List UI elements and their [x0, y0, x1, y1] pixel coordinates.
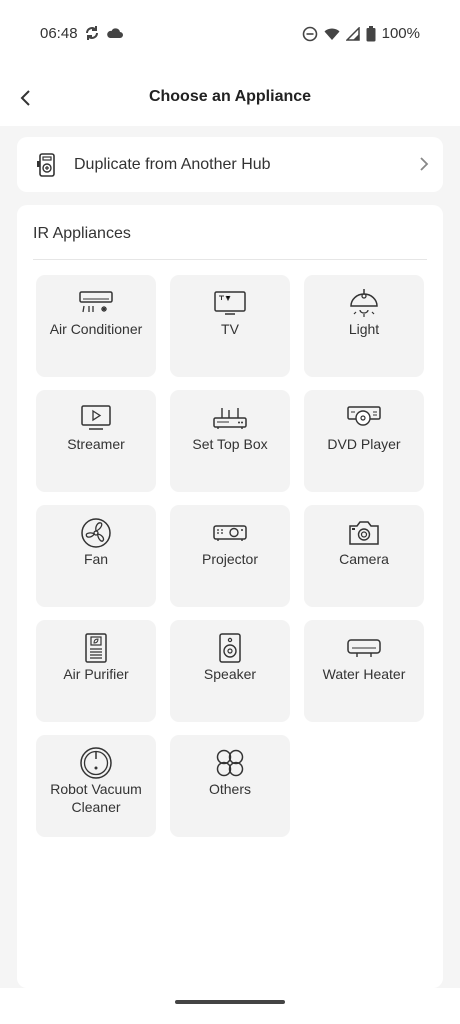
tile-dvd-player[interactable]: DVD Player — [304, 390, 424, 492]
tile-label: Light — [348, 321, 380, 337]
tile-robot-vacuum-cleaner[interactable]: Robot Vacuum Cleaner — [36, 735, 156, 837]
tv-icon — [212, 288, 248, 318]
sync-icon — [84, 24, 100, 42]
tile-water-heater[interactable]: Water Heater — [304, 620, 424, 722]
robot-vacuum-icon — [78, 747, 114, 779]
tile-label: Others — [208, 781, 251, 797]
chevron-right-icon — [419, 156, 429, 172]
dnd-icon — [302, 26, 318, 42]
home-indicator[interactable] — [175, 1000, 285, 1004]
hub-icon — [36, 152, 58, 178]
ir-appliances-card: IR Appliances Air Conditioner TV Light S… — [17, 205, 443, 988]
tile-speaker[interactable]: Speaker — [170, 620, 290, 722]
tile-camera[interactable]: Camera — [304, 505, 424, 607]
tile-air-conditioner[interactable]: Air Conditioner — [36, 275, 156, 377]
fan-icon — [78, 518, 114, 548]
wifi-icon — [324, 27, 340, 41]
status-bar: 06:48 100% — [0, 0, 460, 70]
tile-set-top-box[interactable]: Set Top Box — [170, 390, 290, 492]
tile-label: Camera — [339, 551, 389, 567]
dvd-player-icon — [346, 403, 382, 433]
tile-label: Projector — [201, 551, 259, 567]
tile-projector[interactable]: Projector — [170, 505, 290, 607]
air-conditioner-icon — [78, 288, 114, 318]
tile-streamer[interactable]: Streamer — [36, 390, 156, 492]
cloud-icon — [106, 24, 124, 42]
signal-icon — [345, 26, 360, 41]
header: Choose an Appliance — [0, 70, 460, 126]
tile-label: Air Conditioner — [49, 321, 143, 337]
battery-icon — [366, 25, 376, 42]
tile-label: DVD Player — [327, 436, 401, 452]
tile-label: Water Heater — [322, 666, 406, 682]
battery-percent: 100% — [381, 25, 420, 42]
set-top-box-icon — [212, 403, 248, 433]
ir-appliances-title: IR Appliances — [33, 225, 131, 242]
tile-air-purifier[interactable]: Air Purifier — [36, 620, 156, 722]
water-heater-icon — [346, 633, 382, 663]
tile-label: TV — [221, 321, 239, 337]
camera-icon — [346, 518, 382, 548]
tile-fan[interactable]: Fan — [36, 505, 156, 607]
tile-others[interactable]: Others — [170, 735, 290, 837]
tile-label: Streamer — [67, 436, 125, 452]
air-purifier-icon — [78, 633, 114, 663]
appliance-grid: Air Conditioner TV Light Streamer Set To — [36, 275, 424, 837]
status-time: 06:48 — [40, 25, 78, 42]
duplicate-from-hub-row[interactable]: Duplicate from Another Hub — [17, 137, 443, 192]
duplicate-label: Duplicate from Another Hub — [74, 156, 271, 173]
projector-icon — [212, 518, 248, 548]
tile-label: Speaker — [203, 666, 257, 682]
tile-tv[interactable]: TV — [170, 275, 290, 377]
others-icon — [212, 748, 248, 778]
speaker-icon — [212, 633, 248, 663]
tile-label: Set Top Box — [192, 436, 268, 452]
page-title: Choose an Appliance — [148, 88, 312, 105]
tile-label: Robot Vacuum Cleaner — [50, 781, 142, 815]
tile-light[interactable]: Light — [304, 275, 424, 377]
tile-label: Fan — [83, 551, 109, 567]
tile-label: Air Purifier — [63, 666, 129, 682]
light-icon — [346, 288, 382, 318]
gesture-bar — [0, 988, 460, 1024]
divider — [33, 259, 427, 260]
streamer-icon — [78, 403, 114, 433]
